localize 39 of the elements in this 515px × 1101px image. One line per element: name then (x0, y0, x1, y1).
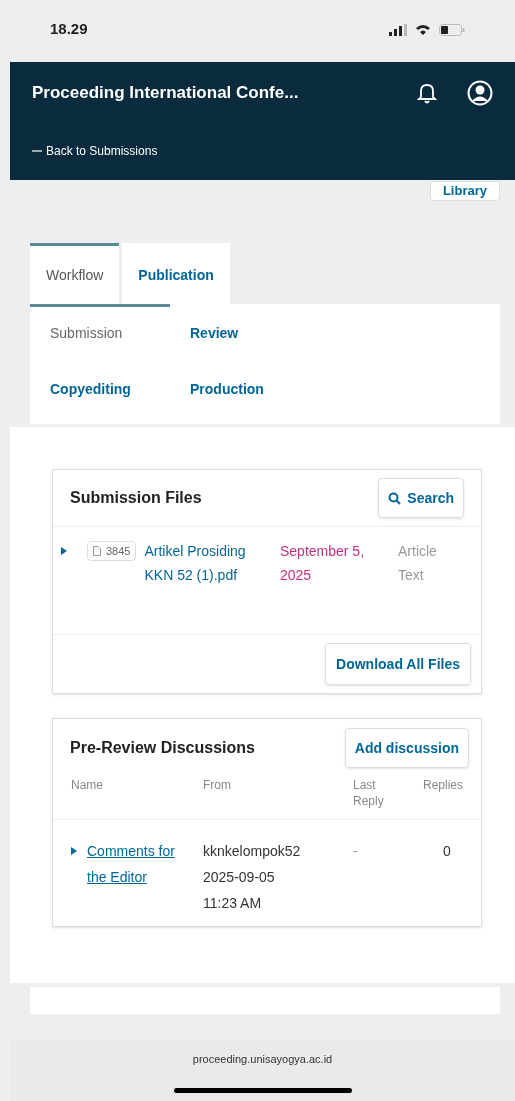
stage-tab[interactable]: Copyediting (30, 360, 170, 416)
column-header: Replies (423, 777, 463, 794)
battery-icon (439, 23, 465, 36)
file-id-badge: 3845 (87, 541, 137, 561)
column-header: From (203, 777, 232, 794)
reply-count: 0 (442, 842, 451, 861)
add-discussion-button[interactable]: Add discussion (344, 728, 469, 768)
stage-tab[interactable]: Production (170, 360, 330, 416)
library-button[interactable]: Library (429, 181, 500, 201)
discussion-author: kknkelompok52 (203, 842, 302, 861)
file-icon (93, 546, 101, 556)
file-date: September 5, 2025 (280, 542, 366, 585)
last-reply: - (353, 842, 359, 861)
discussion-time: 11:23 AM (203, 894, 263, 913)
user-avatar-icon[interactable] (467, 80, 493, 106)
section-tab[interactable]: Publication (122, 243, 230, 304)
search-icon (388, 491, 402, 505)
file-name-link[interactable]: Artikel Prosiding KKN 52 (1).pdf (144, 539, 262, 587)
stage-tab[interactable]: Review (170, 304, 330, 360)
search-button[interactable]: Search (378, 478, 464, 518)
stage-tab[interactable]: Submission (30, 304, 170, 360)
column-header: Name (71, 777, 104, 794)
file-type: Article Text (398, 542, 438, 585)
expand-triangle-icon[interactable] (71, 847, 77, 855)
section-tab[interactable]: Workflow (30, 243, 120, 304)
section-title: Submission Files (70, 488, 202, 508)
browser-url: proceeding.unisayogya.ac.id (192, 1052, 333, 1067)
status-time: 18.29 (50, 19, 88, 40)
signal-icon (389, 23, 407, 36)
discussion-link[interactable]: Comments for the Editor (87, 838, 182, 890)
expand-triangle-icon[interactable] (61, 547, 67, 555)
column-header: Last Reply (353, 777, 385, 809)
journal-title: Proceeding International Confe... (32, 82, 299, 105)
section-title: Pre-Review Discussions (70, 738, 255, 758)
discussion-date: 2025-09-05 (203, 868, 276, 887)
download-all-button[interactable]: Download All Files (325, 643, 471, 685)
wifi-icon (415, 23, 431, 36)
back-link[interactable]: Back to Submissions (32, 142, 493, 160)
notification-bell-icon[interactable] (417, 81, 437, 105)
